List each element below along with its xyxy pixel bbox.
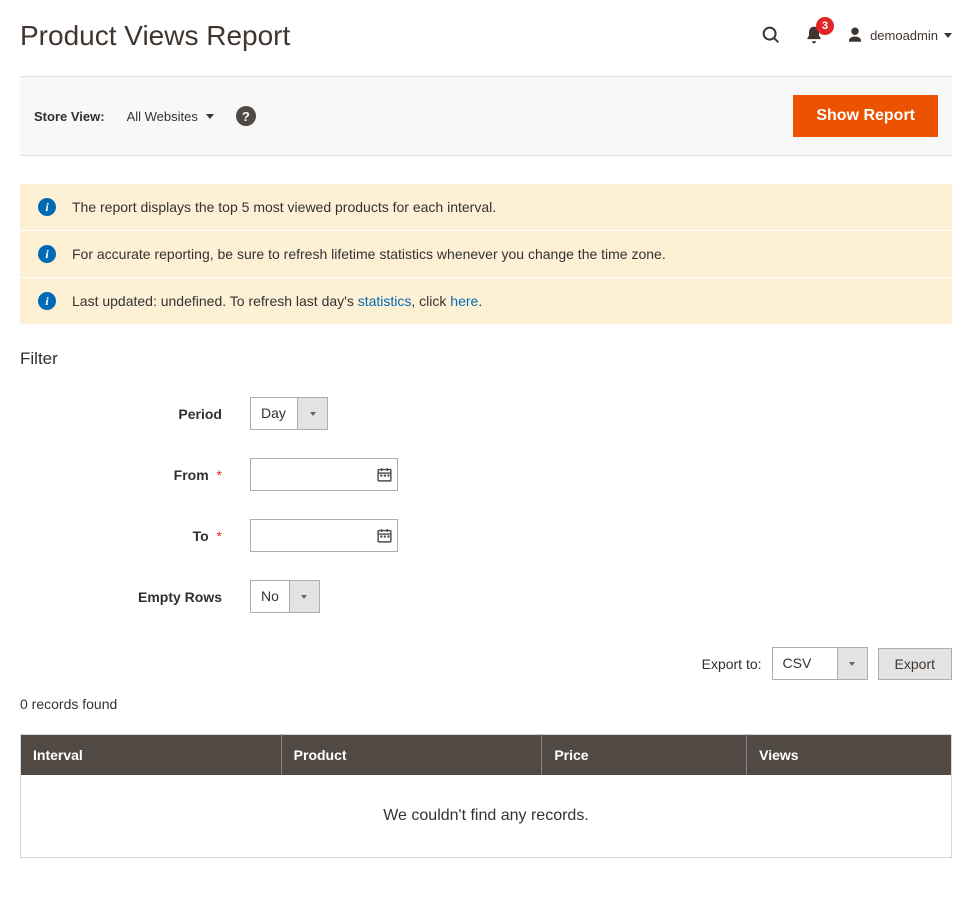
- export-to-label: Export to:: [702, 656, 762, 672]
- message-text: For accurate reporting, be sure to refre…: [72, 246, 666, 262]
- period-label: Period: [178, 406, 222, 422]
- chevron-down-icon: [301, 595, 307, 599]
- message-text: Last updated: undefined. To refresh last…: [72, 293, 482, 309]
- info-message: i For accurate reporting, be sure to ref…: [20, 231, 952, 278]
- export-button[interactable]: Export: [878, 648, 952, 680]
- records-found-text: 0 records found: [20, 696, 952, 712]
- table-header-row: Interval Product Price Views: [21, 735, 952, 776]
- info-message: i The report displays the top 5 most vie…: [20, 184, 952, 231]
- store-view-value: All Websites: [127, 109, 198, 124]
- show-report-button[interactable]: Show Report: [793, 95, 938, 137]
- info-icon: i: [38, 292, 56, 310]
- page-title: Product Views Report: [20, 20, 290, 52]
- export-format-select[interactable]: CSV: [772, 647, 868, 680]
- statistics-link[interactable]: statistics: [358, 293, 412, 309]
- table-empty-row: We couldn't find any records.: [21, 775, 952, 858]
- notifications-icon[interactable]: 3: [804, 25, 824, 45]
- from-label: From: [174, 467, 209, 483]
- period-value: Day: [251, 398, 297, 429]
- required-mark: *: [217, 467, 222, 483]
- user-menu[interactable]: demoadmin: [846, 26, 952, 44]
- empty-rows-label: Empty Rows: [138, 589, 222, 605]
- search-icon[interactable]: [760, 24, 782, 46]
- info-icon: i: [38, 198, 56, 216]
- user-icon: [846, 26, 864, 44]
- to-date-input[interactable]: [251, 520, 371, 551]
- col-views: Views: [747, 735, 952, 776]
- chevron-down-icon: [206, 114, 214, 119]
- store-view-label: Store View:: [34, 109, 105, 124]
- info-message: i Last updated: undefined. To refresh la…: [20, 278, 952, 325]
- to-label: To: [193, 528, 209, 544]
- from-date-input[interactable]: [251, 459, 371, 490]
- report-table: Interval Product Price Views We couldn't…: [20, 734, 952, 858]
- chevron-down-icon: [310, 412, 316, 416]
- empty-rows-value: No: [251, 581, 289, 612]
- msg-text-part: , click: [411, 293, 450, 309]
- col-price: Price: [542, 735, 747, 776]
- msg-text-part: .: [478, 293, 482, 309]
- info-icon: i: [38, 245, 56, 263]
- col-product: Product: [281, 735, 542, 776]
- empty-rows-select[interactable]: No: [250, 580, 320, 613]
- required-mark: *: [217, 528, 222, 544]
- store-view-select[interactable]: All Websites: [127, 109, 214, 124]
- message-text: The report displays the top 5 most viewe…: [72, 199, 496, 215]
- calendar-icon[interactable]: [371, 520, 397, 551]
- filter-section-title: Filter: [20, 349, 952, 369]
- chevron-down-icon: [944, 33, 952, 38]
- calendar-icon[interactable]: [371, 459, 397, 490]
- user-name: demoadmin: [870, 28, 938, 43]
- empty-records-text: We couldn't find any records.: [21, 775, 952, 858]
- col-interval: Interval: [21, 735, 282, 776]
- chevron-down-icon: [849, 662, 855, 666]
- msg-text-part: Last updated: undefined. To refresh last…: [72, 293, 358, 309]
- help-icon[interactable]: ?: [236, 106, 256, 126]
- export-format-value: CSV: [773, 648, 837, 679]
- notification-badge: 3: [816, 17, 834, 35]
- refresh-here-link[interactable]: here: [450, 293, 478, 309]
- period-select[interactable]: Day: [250, 397, 328, 430]
